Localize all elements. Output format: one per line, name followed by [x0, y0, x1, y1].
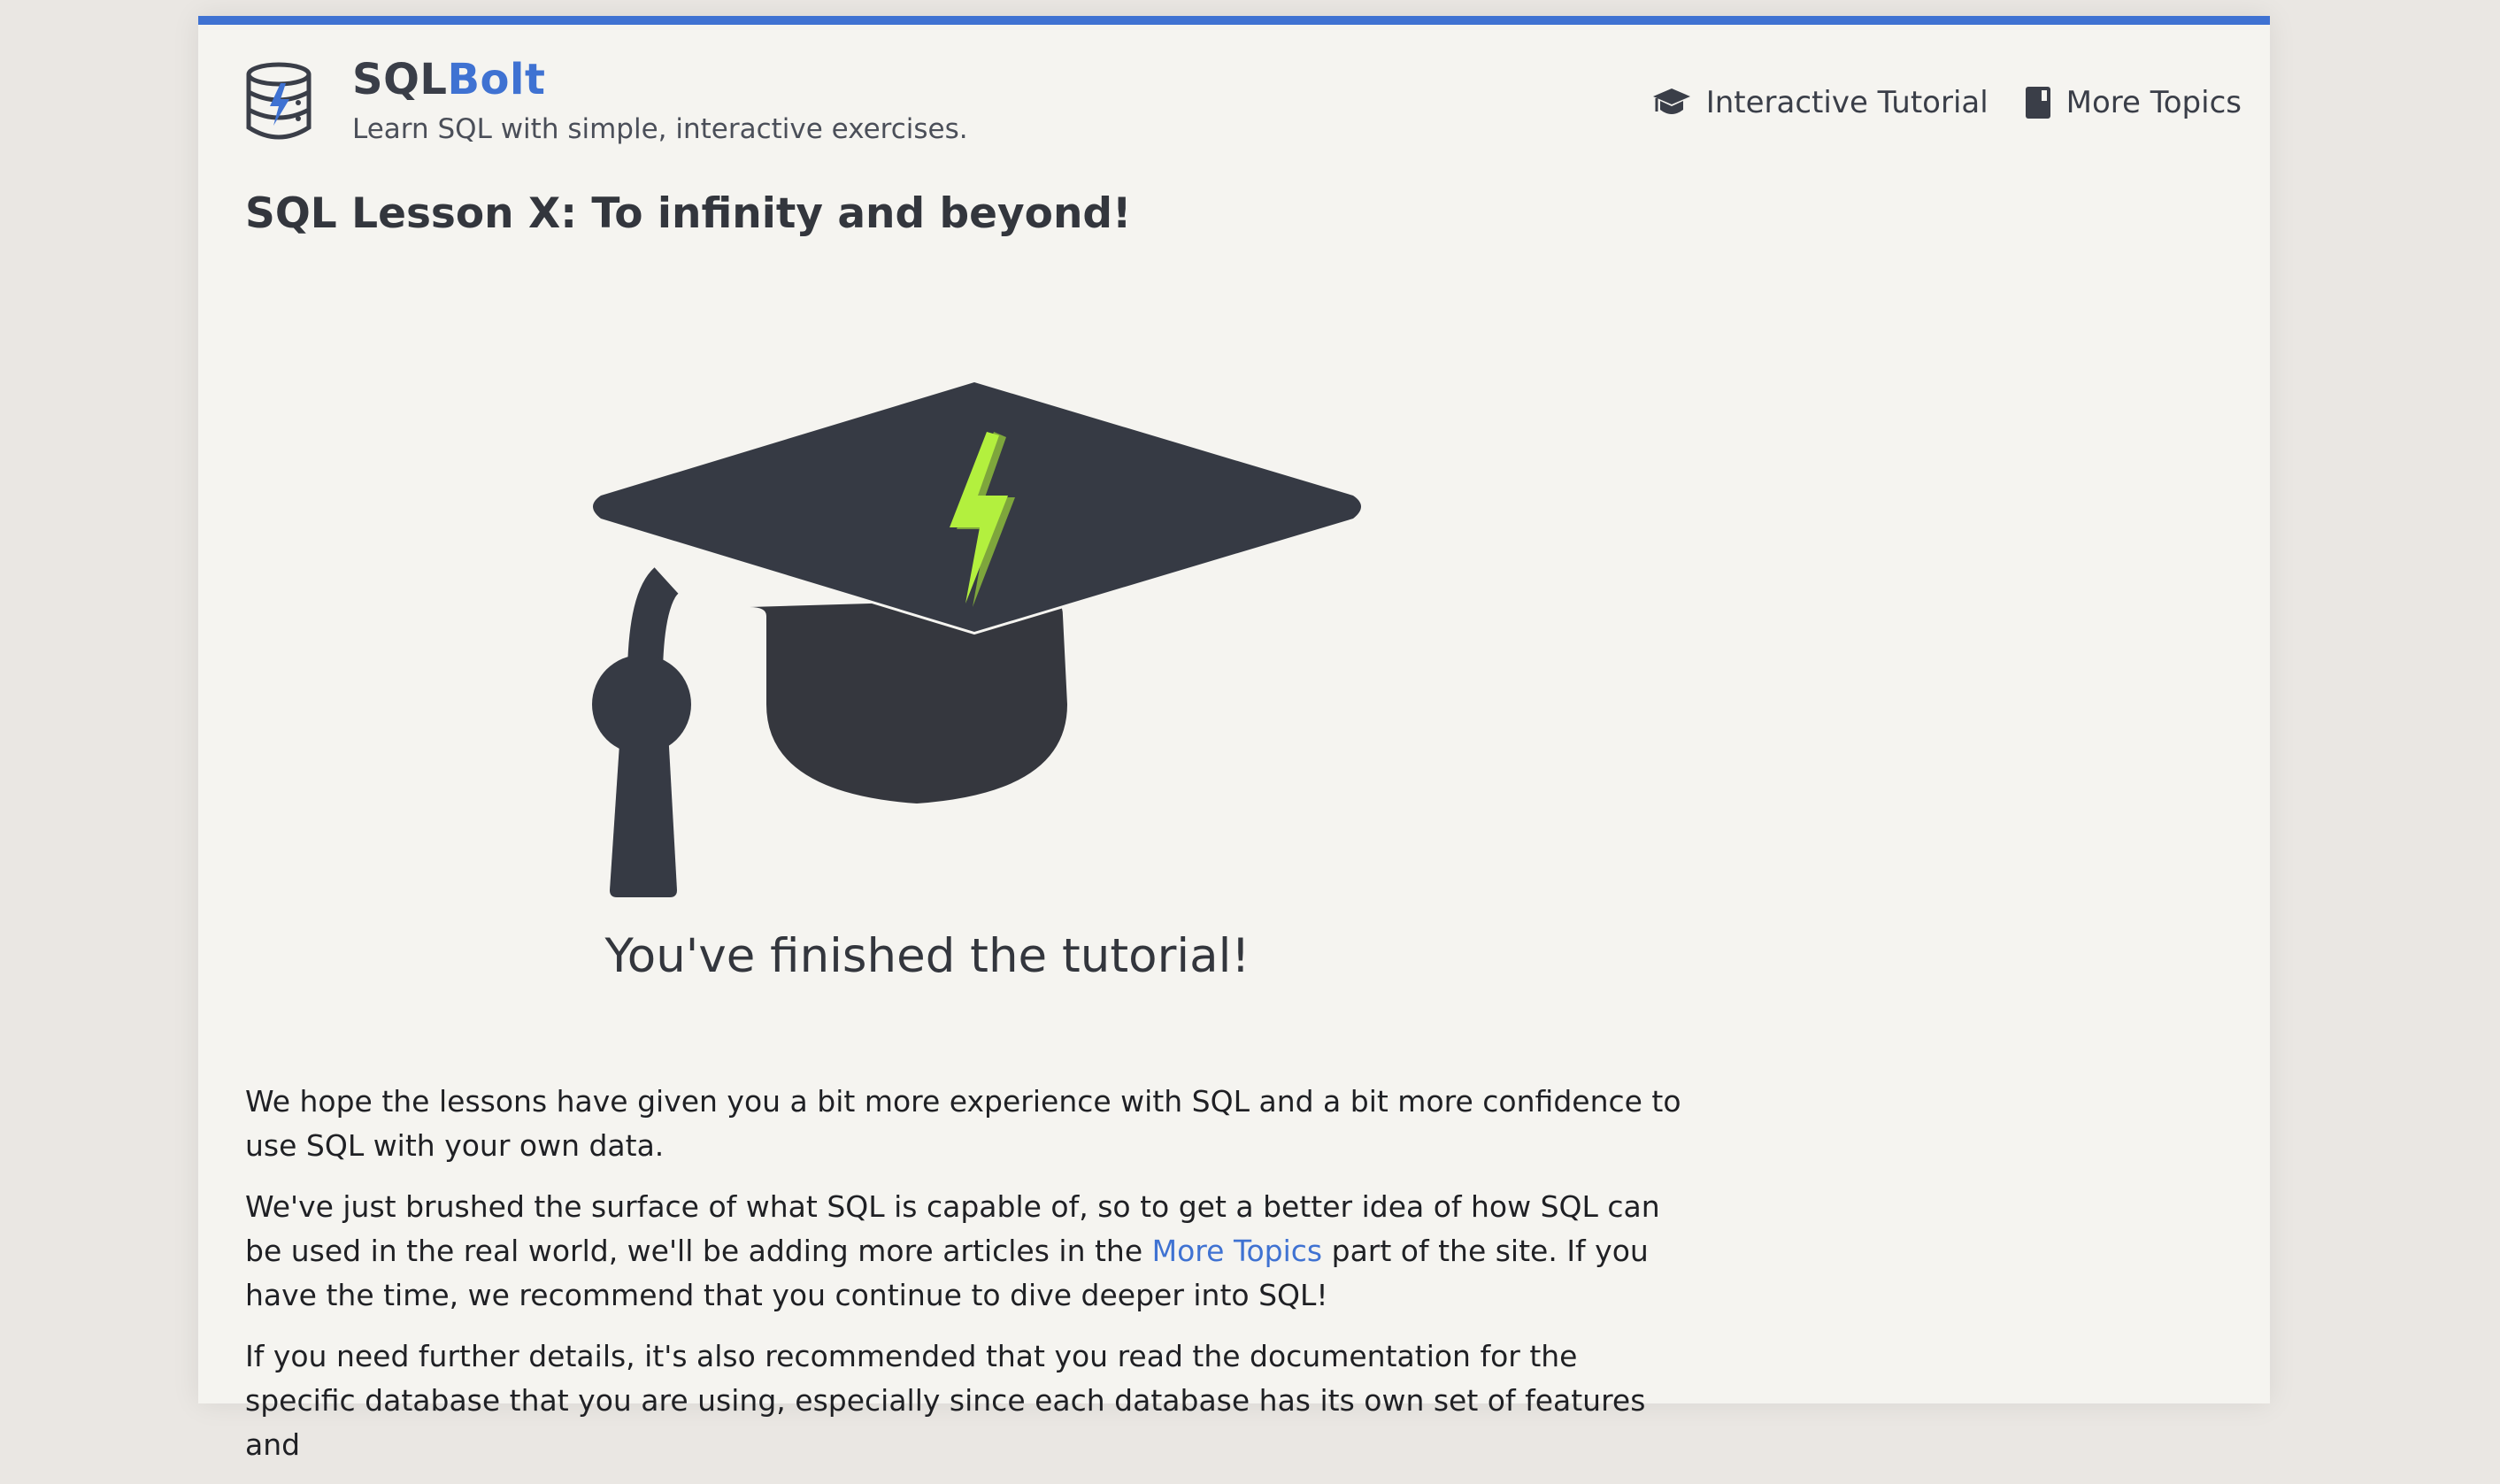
brand-bolt: Bolt: [447, 55, 546, 104]
page-container: SQLBolt Learn SQL with simple, interacti…: [198, 16, 2270, 1462]
paragraph-1: We hope the lessons have given you a bit…: [245, 1084, 1681, 1163]
brand-sql: SQL: [352, 55, 448, 104]
site-brand[interactable]: SQLBolt: [352, 58, 545, 101]
paragraph-2: We've just brushed the surface of what S…: [245, 1185, 1696, 1318]
database-bolt-icon[interactable]: [243, 62, 314, 140]
paragraph-3: If you need further details, it's also r…: [245, 1339, 1646, 1462]
nav-more-topics[interactable]: More Topics: [2024, 85, 2242, 120]
more-topics-link[interactable]: More Topics: [1152, 1234, 1323, 1268]
nav-interactive-tutorial-label: Interactive Tutorial: [1705, 85, 1988, 120]
lesson-body: We hope the lessons have given you a bit…: [245, 1080, 1696, 1484]
top-nav: Interactive Tutorial More Topics: [1651, 85, 2242, 120]
nav-interactive-tutorial[interactable]: Interactive Tutorial: [1651, 85, 1988, 120]
site-tagline: Learn SQL with simple, interactive exerc…: [352, 113, 968, 145]
graduation-cap-icon: [1652, 88, 1690, 114]
nav-more-topics-label: More Topics: [2065, 85, 2242, 120]
book-icon: [2025, 87, 2050, 119]
lesson-title: SQL Lesson X: To infinity and beyond!: [245, 189, 1132, 238]
finished-caption: You've finished the tutorial!: [604, 929, 1250, 983]
graduation-cap-bolt-icon: [590, 379, 1364, 897]
